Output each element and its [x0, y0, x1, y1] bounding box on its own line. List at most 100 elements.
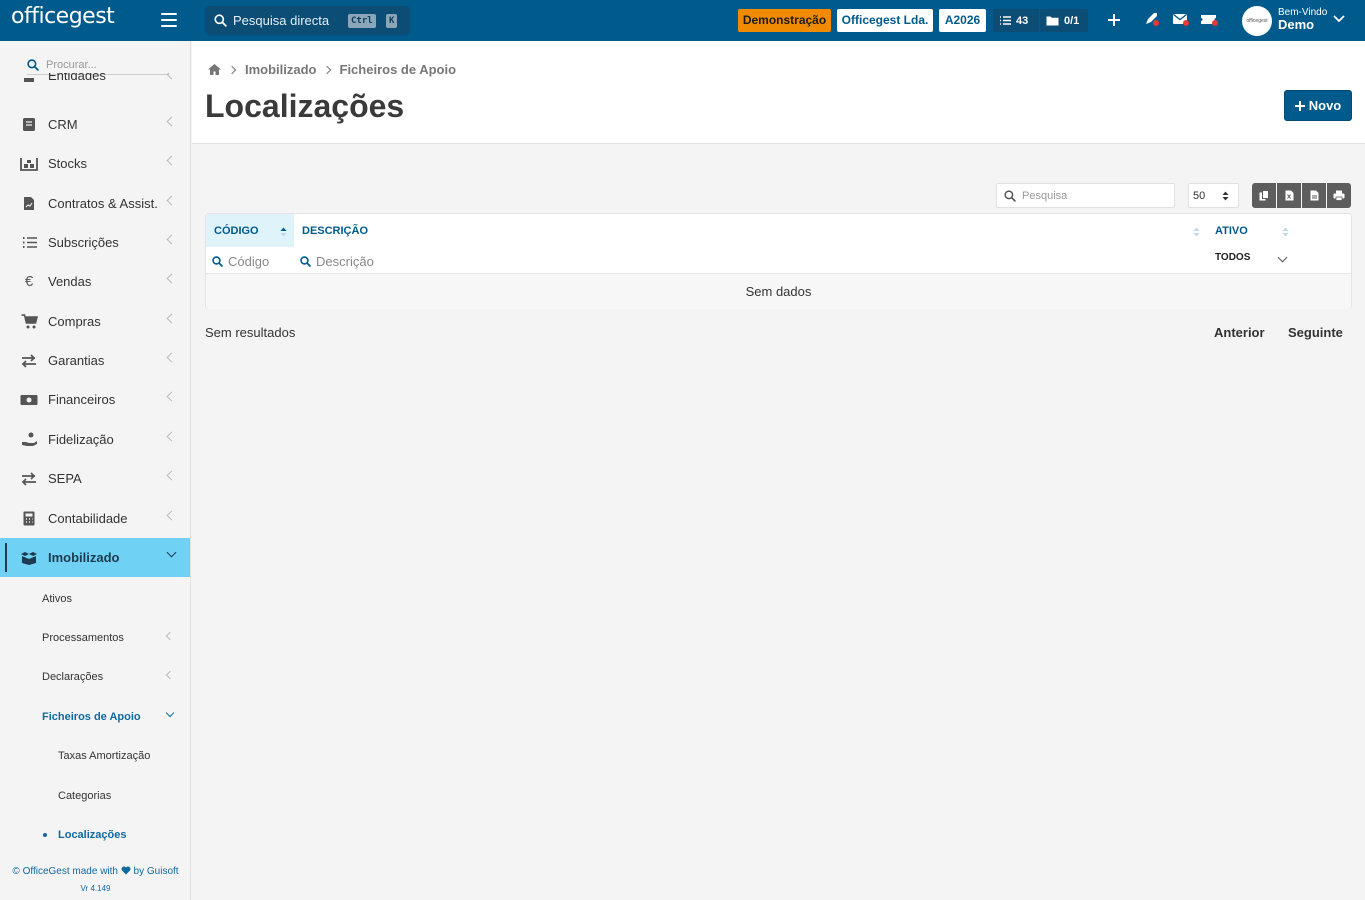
sidebar-subitem-ficheiros-de-apoio[interactable]: Ficheiros de Apoio — [0, 697, 190, 736]
sidebar-item-stocks[interactable]: Stocks — [0, 144, 190, 183]
notifications-button[interactable] — [1143, 11, 1161, 29]
export-buttons — [1252, 183, 1351, 208]
filter-descricao-input[interactable]: Descrição — [300, 250, 1180, 272]
plus-icon[interactable] — [1105, 11, 1123, 29]
documents-counter[interactable]: 0/1 — [1040, 9, 1088, 32]
sidebar-item-crm[interactable]: CRM — [0, 105, 190, 144]
menu-toggle-icon[interactable] — [161, 13, 177, 27]
global-search-placeholder: Pesquisa directa — [233, 13, 330, 28]
breadcrumb-ficheiros-de-apoio[interactable]: Ficheiros de Apoio — [340, 62, 457, 77]
exchange-icon — [20, 471, 38, 487]
csv-export-button[interactable] — [1302, 183, 1326, 208]
calculator-icon — [20, 511, 38, 527]
hand-coin-icon — [20, 432, 38, 448]
sidebar-subitem-processamentos[interactable]: Processamentos — [0, 618, 190, 657]
sidebar-item-compras[interactable]: Compras — [0, 302, 190, 341]
search-icon — [300, 255, 311, 267]
sidebar-item-contratos[interactable]: Contratos & Assist. — [0, 184, 190, 223]
sidebar-subitem-declaracoes[interactable]: Declarações — [0, 657, 190, 696]
sidebar-item-garantias[interactable]: Garantias — [0, 341, 190, 380]
ticket-dot — [1212, 20, 1218, 26]
excel-export-button[interactable] — [1277, 183, 1301, 208]
next-page-button[interactable]: Seguinte — [1288, 325, 1343, 340]
footer-prefix: © OfficeGest made with — [12, 866, 118, 877]
sidebar-item-contabilidade[interactable]: Contabilidade — [0, 499, 190, 538]
tickets-button[interactable] — [1200, 11, 1218, 29]
sidebar-subitem-ativos[interactable]: Ativos — [0, 579, 190, 618]
shortcut-k-key: K — [386, 14, 398, 28]
boxes-icon — [20, 550, 38, 566]
sidebar-item-entidades[interactable]: Entidades — [0, 73, 190, 93]
sidebar-footer: © OfficeGest made with by Guisoft Vr 4.1… — [0, 863, 190, 897]
stocks-icon — [20, 156, 38, 172]
chevron-left-icon — [165, 631, 175, 641]
company-selector[interactable]: Officegest Lda. — [837, 9, 933, 32]
sidebar-item-imobilizado[interactable]: Imobilizado — [0, 538, 190, 577]
chevron-down-icon — [165, 708, 175, 718]
crm-icon — [20, 117, 38, 133]
excel-icon — [1285, 190, 1293, 201]
column-header-label: CÓDIGO — [214, 224, 259, 237]
chevron-down-icon[interactable] — [1333, 15, 1345, 23]
sort-arrows-icon — [1222, 191, 1229, 201]
column-header-codigo[interactable]: CÓDIGO — [206, 214, 294, 247]
folder-icon — [1046, 16, 1059, 26]
sidebar-item-subscricoes[interactable]: Subscrições — [0, 223, 190, 262]
sidebar-item-label: CRM — [48, 117, 78, 132]
filter-codigo-input[interactable]: Código — [212, 250, 292, 272]
search-icon — [1004, 189, 1016, 202]
chevron-left-icon — [166, 313, 177, 324]
print-button[interactable] — [1327, 183, 1351, 208]
user-icon — [20, 73, 38, 84]
copy-button[interactable] — [1252, 183, 1276, 208]
sidebar-subitem-label: Taxas Amortização — [58, 749, 151, 762]
search-icon — [212, 255, 223, 267]
sidebar-subitem-label: Ficheiros de Apoio — [42, 710, 141, 723]
table-search-input[interactable]: Pesquisa — [996, 183, 1175, 208]
column-header-label: DESCRIÇÃO — [302, 224, 369, 237]
shortcut-ctrl-key: Ctrl — [348, 14, 376, 28]
sidebar-item-fidelizacao[interactable]: Fidelização — [0, 420, 190, 459]
sidebar-item-vendas[interactable]: € Vendas — [0, 262, 190, 301]
fiscal-year-selector[interactable]: A2026 — [939, 9, 986, 32]
breadcrumb-imobilizado[interactable]: Imobilizado — [245, 62, 317, 77]
page-header: Imobilizado Ficheiros de Apoio Localizaç… — [192, 41, 1365, 144]
search-icon — [27, 58, 39, 71]
sidebar-subitem-label: Ativos — [42, 592, 72, 605]
sidebar-subitem-taxas-amortizacao[interactable]: Taxas Amortização — [0, 736, 190, 775]
sidebar-subitem-localizacoes[interactable]: Localizações — [0, 815, 190, 854]
notification-dot — [1153, 20, 1159, 26]
tasks-counter[interactable]: 43 — [993, 9, 1039, 32]
column-header-ativo[interactable]: ATIVO — [1207, 214, 1297, 247]
sidebar-search-input[interactable]: Procurar... — [27, 55, 169, 75]
chevron-down-icon[interactable] — [1277, 252, 1288, 263]
filter-ativo-select[interactable]: TODOS — [1215, 252, 1250, 263]
breadcrumb: Imobilizado Ficheiros de Apoio — [207, 62, 456, 77]
sidebar-item-label: Compras — [48, 314, 101, 329]
chevron-left-icon — [166, 273, 177, 284]
page-size-select[interactable]: 50 — [1188, 183, 1239, 208]
sidebar-search-placeholder: Procurar... — [46, 58, 97, 71]
avatar[interactable]: officegest — [1242, 6, 1272, 36]
plus-icon — [1294, 100, 1305, 111]
sidebar-subitem-categorias[interactable]: Categorias — [0, 776, 190, 815]
sidebar-item-financeiros[interactable]: Financeiros — [0, 380, 190, 419]
app-logo[interactable]: officegest — [11, 4, 115, 29]
task-list-icon — [1000, 16, 1011, 25]
column-header-descricao[interactable]: DESCRIÇÃO — [294, 214, 1204, 247]
breadcrumb-separator-icon — [322, 65, 331, 74]
new-button[interactable]: Novo — [1284, 90, 1352, 121]
heart-icon — [121, 866, 131, 875]
demo-badge[interactable]: Demonstração — [738, 9, 831, 32]
sidebar-item-label: Contratos & Assist. — [48, 196, 158, 211]
chevron-left-icon — [166, 391, 177, 402]
home-icon[interactable] — [207, 63, 222, 76]
footer-suffix[interactable]: by Guisoft — [134, 866, 179, 877]
sidebar-item-label: Contabilidade — [48, 511, 128, 526]
chevron-left-icon — [166, 431, 177, 442]
previous-page-button[interactable]: Anterior — [1214, 325, 1265, 340]
sidebar-item-sepa[interactable]: SEPA — [0, 459, 190, 498]
user-menu[interactable]: Bem-Vindo Demo — [1278, 7, 1327, 31]
global-search-input[interactable]: Pesquisa directa Ctrl K — [205, 6, 410, 35]
messages-button[interactable] — [1172, 11, 1190, 29]
